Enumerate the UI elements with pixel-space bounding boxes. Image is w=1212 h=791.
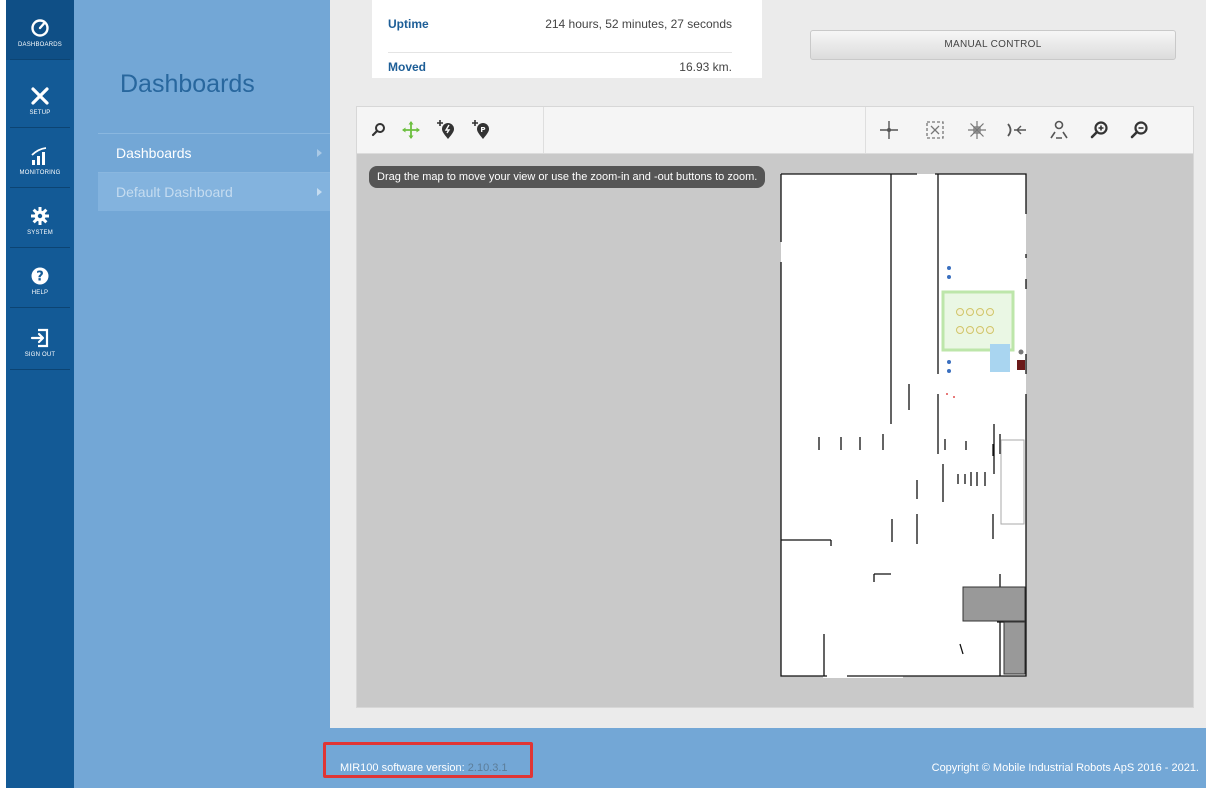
map-toolbar: P [357, 107, 1193, 154]
rail-label: HELP [31, 290, 49, 296]
stat-label: Moved [388, 60, 427, 74]
sparkle-icon[interactable] [965, 118, 989, 142]
sign-out-icon [30, 328, 49, 348]
rail-item-setup[interactable]: SETUP [6, 68, 74, 128]
main-content: Uptime 214 hours, 52 minutes, 27 seconds… [330, 0, 1206, 728]
app-window: DASHBOARDS SETUP MONITORING SYSTEM ? HEL… [6, 0, 1206, 788]
svg-text:P: P [480, 126, 485, 134]
map-widget: P Drag the map to move your view or use … [356, 106, 1194, 708]
chevron-right-icon [317, 149, 322, 157]
chevron-right-icon [317, 188, 322, 196]
question-icon: ? [31, 267, 49, 285]
rail-label: SETUP [29, 110, 51, 116]
tools-icon [31, 87, 49, 105]
signal-bars-icon [31, 147, 47, 165]
rail-item-dashboards[interactable]: DASHBOARDS [6, 0, 74, 60]
speedometer-icon [31, 19, 49, 37]
software-version: MIR100 software version: 2.10.3.1 [340, 762, 508, 774]
fit-map-icon[interactable] [923, 118, 947, 142]
rail-label: SYSTEM [27, 230, 53, 236]
version-value: 2.10.3.1 [467, 762, 508, 774]
divider [388, 52, 732, 53]
zoom-in-icon[interactable] [1087, 118, 1111, 142]
follow-robot-icon[interactable] [1005, 118, 1029, 142]
svg-text:?: ? [36, 270, 44, 285]
main-nav-rail: DASHBOARDS SETUP MONITORING SYSTEM ? HEL… [6, 0, 74, 788]
sub-navigation: Dashboards Dashboards Default Dashboard [74, 0, 330, 788]
stat-value: 214 hours, 52 minutes, 27 seconds [545, 17, 732, 31]
rail-item-monitoring[interactable]: MONITORING [6, 128, 74, 188]
stat-label: Uptime [388, 17, 429, 31]
rail-item-help[interactable]: ? HELP [6, 248, 74, 308]
rail-item-sign-out[interactable]: SIGN OUT [6, 310, 74, 370]
rail-label: DASHBOARDS [17, 42, 62, 48]
page-title: Dashboards [120, 70, 255, 98]
footer: MIR100 software version: 2.10.3.1 Copyri… [323, 728, 1206, 788]
gear-icon [31, 207, 49, 225]
crosshair-icon[interactable] [877, 118, 901, 142]
rail-label: SIGN OUT [24, 352, 56, 358]
positions-icon[interactable] [1047, 118, 1071, 142]
manual-control-button[interactable]: MANUAL CONTROL [810, 30, 1176, 60]
sub-item-dashboards[interactable]: Dashboards [98, 134, 330, 172]
sub-item-default-dashboard[interactable]: Default Dashboard [98, 173, 330, 211]
rail-label: MONITORING [19, 170, 61, 176]
search-icon[interactable] [367, 118, 391, 142]
copyright-text: Copyright © Mobile Industrial Robots ApS… [931, 762, 1199, 774]
add-position-icon[interactable]: P [469, 118, 493, 142]
robot-stats-widget: Uptime 214 hours, 52 minutes, 27 seconds… [372, 0, 762, 78]
map-hint-tooltip: Drag the map to move your view or use th… [369, 166, 766, 188]
version-label: MIR100 software version: [340, 762, 465, 774]
add-charger-position-icon[interactable] [434, 118, 458, 142]
stat-value: 16.93 km. [679, 60, 732, 74]
map-canvas[interactable] [357, 154, 1193, 707]
sub-item-label: Dashboards [116, 145, 192, 161]
zoom-out-icon[interactable] [1127, 118, 1151, 142]
rail-item-system[interactable]: SYSTEM [6, 188, 74, 248]
move-icon[interactable] [399, 118, 423, 142]
sub-item-label: Default Dashboard [116, 184, 233, 200]
